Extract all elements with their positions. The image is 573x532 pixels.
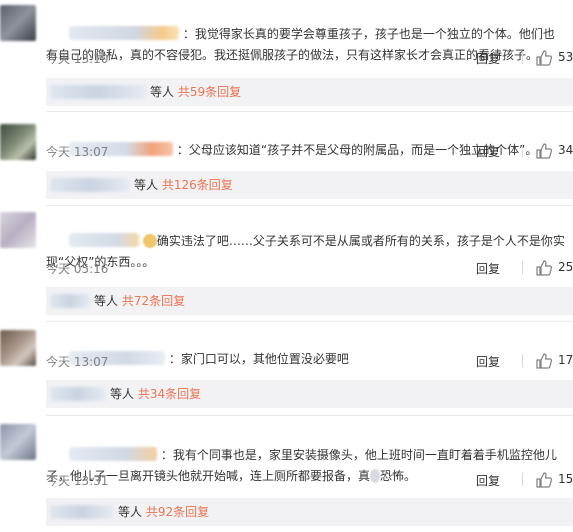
like-count: 5395	[558, 50, 573, 64]
divider	[46, 205, 573, 206]
divider	[522, 261, 523, 274]
replies-summary[interactable]: 等人 共92条回复	[46, 498, 573, 526]
replies-summary[interactable]: 等人 共72条回复	[46, 287, 573, 315]
thumbs-up-icon[interactable]	[535, 259, 553, 280]
timestamp: 今天 13:07	[46, 355, 109, 369]
divider	[46, 415, 573, 416]
avatar[interactable]	[0, 424, 36, 460]
divider	[522, 144, 523, 157]
reply-usernames	[50, 178, 130, 192]
timestamp: 今天 13:07	[46, 145, 109, 159]
like-count: 3475	[558, 143, 573, 157]
emoji-icon	[142, 234, 157, 248]
replies-summary[interactable]: 等人 共59条回复	[46, 78, 573, 106]
timestamp: 今天 13:31	[46, 474, 109, 488]
reply-button[interactable]: 回复	[476, 472, 500, 489]
thumbs-up-icon[interactable]	[535, 49, 553, 70]
comment-feed: ：我觉得家长真的要学会尊重孩子，孩子也是一个独立的个体。他们也有自己的隐私，真的…	[0, 0, 573, 532]
reply-button[interactable]: 回复	[476, 260, 500, 277]
like-count: 1759	[558, 353, 573, 367]
reply-button[interactable]: 回复	[476, 143, 500, 160]
view-replies-link[interactable]: 共72条回复	[122, 294, 185, 308]
username[interactable]	[68, 447, 157, 461]
view-replies-link[interactable]: 共34条回复	[138, 387, 201, 401]
replies-summary[interactable]: 等人 共126条回复	[46, 171, 573, 199]
reply-button[interactable]: 回复	[476, 50, 500, 67]
like-count: 1516	[558, 472, 573, 486]
timestamp: 今天 05:16	[46, 262, 109, 276]
reply-usernames	[50, 387, 106, 401]
avatar[interactable]	[0, 5, 36, 41]
view-replies-link[interactable]: 共92条回复	[146, 505, 209, 519]
divider	[522, 354, 523, 367]
thumbs-up-icon[interactable]	[535, 471, 553, 492]
replies-summary[interactable]: 等人 共34条回复	[46, 380, 573, 408]
divider	[522, 473, 523, 486]
thumbs-up-icon[interactable]	[535, 142, 553, 163]
like-count: 2578	[558, 260, 573, 274]
avatar[interactable]	[0, 124, 36, 160]
avatar[interactable]	[0, 330, 36, 366]
reply-usernames	[50, 85, 146, 99]
avatar[interactable]	[0, 212, 36, 248]
reply-usernames	[50, 505, 114, 519]
username[interactable]	[68, 26, 179, 40]
divider	[46, 111, 573, 112]
username[interactable]	[68, 233, 139, 247]
divider	[522, 51, 523, 64]
view-replies-link[interactable]: 共59条回复	[178, 85, 241, 99]
thumbs-up-icon[interactable]	[535, 352, 553, 373]
timestamp: 今天 13:10	[46, 52, 109, 66]
view-replies-link[interactable]: 共126条回复	[162, 178, 233, 192]
reply-button[interactable]: 回复	[476, 353, 500, 370]
reply-usernames	[50, 294, 90, 308]
divider	[46, 321, 573, 322]
